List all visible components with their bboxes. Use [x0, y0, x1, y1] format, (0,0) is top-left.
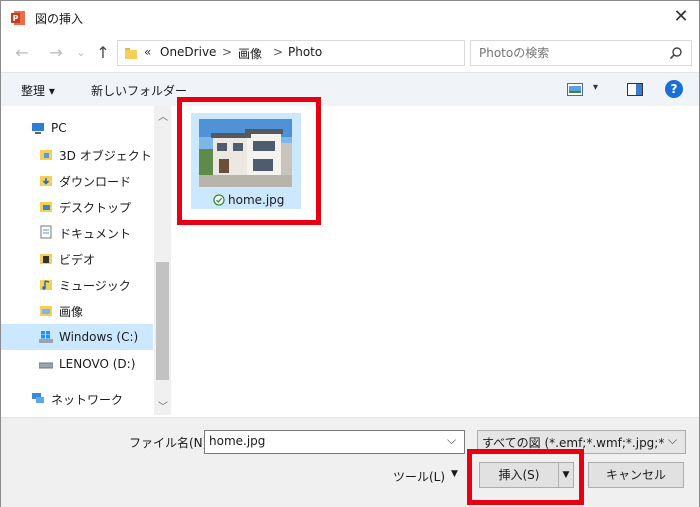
help-button[interactable]: ? [665, 80, 683, 98]
sidebar-item-documents[interactable]: ドキュメント [1, 220, 153, 244]
drive-c-icon [39, 331, 53, 343]
forward-button[interactable]: → [46, 43, 66, 63]
filetype-dropdown-icon[interactable]: ⌵ [668, 433, 677, 448]
recent-locations-button[interactable]: ⌄ [71, 43, 91, 63]
sidebar-item-desktop[interactable]: デスクトップ [1, 194, 153, 218]
breadcrumb-photo[interactable]: Photo [288, 45, 322, 59]
dialog-footer: ファイル名(N): home.jpg ⌵ すべての図 (*.emf;*.wmf;… [1, 417, 699, 507]
sidebar-item-3d-objects[interactable]: 3D オブジェクト [1, 142, 153, 166]
filename-input[interactable]: home.jpg [209, 434, 265, 448]
search-box[interactable] [470, 40, 692, 66]
highlight-insert-box [467, 449, 584, 505]
3d-objects-folder-icon [40, 150, 52, 160]
navigation-pane: PC 3D オブジェクト ダウンロード デスクトップ ドキュメント ビデオ ミュ… [1, 106, 171, 416]
tools-dropdown-icon[interactable]: ▼ [451, 469, 458, 479]
back-button[interactable]: ← [12, 43, 32, 63]
breadcrumb-overflow[interactable]: « [144, 45, 151, 59]
scrollbar-thumb[interactable] [156, 262, 169, 380]
up-button[interactable]: ↑ [93, 43, 113, 63]
change-view-icon[interactable] [567, 83, 583, 96]
filename-combo[interactable]: home.jpg ⌵ [204, 430, 465, 454]
close-button[interactable]: ✕ [665, 3, 697, 31]
sidebar-item-pictures[interactable]: 画像 [1, 298, 153, 322]
drive-d-icon [39, 362, 53, 369]
sidebar-item-windows-c[interactable]: Windows (C:) [1, 324, 153, 350]
sidebar-item-pc[interactable]: PC [1, 116, 153, 140]
desktop-folder-icon [40, 202, 52, 212]
folder-icon [125, 48, 137, 59]
filename-dropdown-icon[interactable]: ⌵ [447, 433, 456, 448]
sidebar-item-network[interactable]: ネットワーク [1, 386, 153, 410]
downloads-folder-icon [40, 176, 52, 186]
search-icon[interactable] [669, 46, 683, 60]
command-toolbar: 整理 ▾ 新しいフォルダー ▾ ? [1, 72, 699, 106]
scroll-down-arrow[interactable]: ﹀ [158, 398, 168, 413]
music-folder-icon [40, 280, 52, 290]
new-folder-button[interactable]: 新しいフォルダー [91, 82, 187, 99]
pictures-folder-icon [40, 306, 52, 316]
breadcrumb-separator[interactable]: > [222, 45, 232, 59]
navigation-scrollbar[interactable]: ︿ ﹀ [154, 106, 171, 415]
sidebar-item-videos[interactable]: ビデオ [1, 246, 153, 270]
highlight-file-box [177, 97, 321, 225]
address-bar[interactable]: « OneDrive > 画像 > Photo ⌵ ↻ [117, 40, 566, 66]
sidebar-item-lenovo-d[interactable]: LENOVO (D:) [1, 352, 153, 376]
breadcrumb-separator[interactable]: > [273, 45, 283, 59]
organize-menu[interactable]: 整理 ▾ [21, 82, 55, 99]
sidebar-item-music[interactable]: ミュージック [1, 272, 153, 296]
search-input[interactable] [477, 43, 661, 63]
network-icon [32, 393, 44, 403]
preview-pane-icon[interactable] [627, 83, 643, 96]
svg-text:P: P [13, 14, 19, 23]
filename-label: ファイル名(N): [129, 436, 212, 450]
view-options-arrow[interactable]: ▾ [593, 82, 598, 93]
breadcrumb-onedrive[interactable]: OneDrive [160, 45, 216, 59]
tools-menu[interactable]: ツール(L) [393, 468, 445, 485]
videos-folder-icon [40, 254, 52, 264]
powerpoint-icon: P [11, 11, 25, 25]
pc-icon [32, 123, 44, 134]
title-bar: P 図の挿入 ✕ [1, 1, 699, 34]
scroll-up-arrow[interactable]: ︿ [158, 108, 168, 123]
sidebar-item-downloads[interactable]: ダウンロード [1, 168, 153, 192]
insert-picture-dialog: P 図の挿入 ✕ ← → ⌄ ↑ « OneDrive > 画像 > Photo… [0, 0, 700, 507]
documents-folder-icon [40, 225, 52, 239]
breadcrumb-images[interactable]: 画像 [238, 45, 262, 62]
dialog-title: 図の挿入 [35, 12, 84, 26]
cancel-button[interactable]: キャンセル [588, 462, 684, 488]
